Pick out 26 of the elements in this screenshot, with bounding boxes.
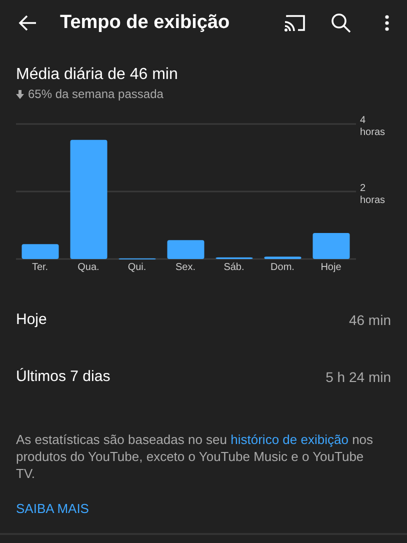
search-button[interactable] [329,11,353,35]
axis-label: Qua. [76,262,100,273]
stat-value: 5 h 24 min [326,368,391,384]
daily-average: Média diária de 46 min [16,66,179,84]
stat-value: 46 min [348,312,391,328]
page-title: Tempo de exibição [60,12,231,34]
axis-label: Sex. [174,262,196,273]
chart-bar [22,244,59,259]
axis-label: Sáb. [222,262,246,273]
axis-label: Hoje [320,262,342,273]
axis-label: 2 horas [360,182,386,206]
stat-label: Últimos 7 dias [16,368,110,385]
axis-label: 4 horas [360,115,386,139]
stat-label: Hoje [16,311,47,328]
more-icon [385,15,389,31]
chart-bar [312,233,350,259]
history-link[interactable]: histórico de exibição [230,432,348,447]
chart-bar [167,240,204,259]
axis-label: Ter. [30,262,50,273]
arrow-down-icon [16,90,24,98]
trend-text: 65% da semana passada [28,87,164,101]
learn-more-link[interactable]: SAIBA MAIS [16,501,89,516]
axis-label: Qui. [126,262,148,273]
axis-label: Dom. [270,262,296,273]
info-text: As estatísticas são baseadas no seu histórico de exibição nos produtos do YouTube, exceto o YouTube Music e o YouTube TV. [16,431,374,482]
chart-bar [264,256,302,259]
